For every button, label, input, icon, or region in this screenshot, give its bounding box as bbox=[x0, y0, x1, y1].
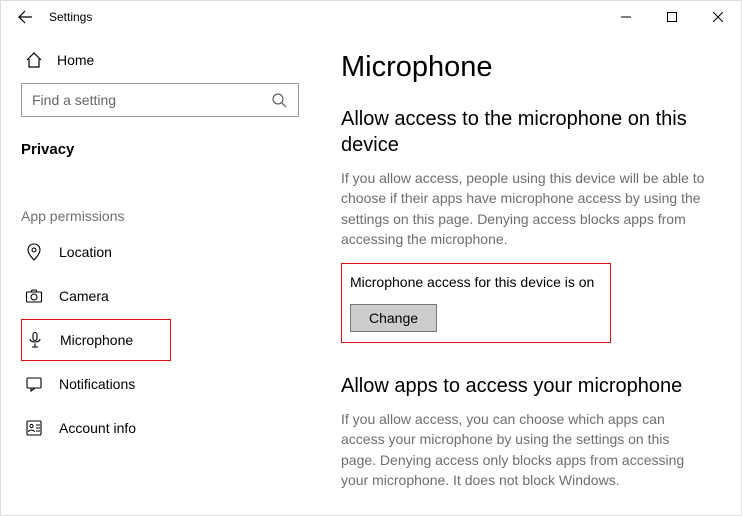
minimize-button[interactable] bbox=[603, 1, 649, 33]
location-icon bbox=[25, 243, 43, 261]
nav-home[interactable]: Home bbox=[21, 41, 311, 83]
section-body: If you allow access, you can choose whic… bbox=[341, 409, 707, 490]
minimize-icon bbox=[621, 12, 631, 22]
change-button[interactable]: Change bbox=[350, 304, 437, 332]
notifications-icon bbox=[25, 375, 43, 393]
status-box: Microphone access for this device is on … bbox=[341, 263, 611, 343]
camera-icon bbox=[25, 287, 43, 305]
window-title: Settings bbox=[39, 10, 603, 24]
sidebar: Home Privacy App permissions Location bbox=[1, 33, 311, 515]
sidebar-item-camera[interactable]: Camera bbox=[21, 274, 309, 318]
section-body: If you allow access, people using this d… bbox=[341, 168, 707, 249]
microphone-icon bbox=[26, 331, 44, 349]
sidebar-item-label: Camera bbox=[59, 288, 109, 304]
sidebar-item-label: Account info bbox=[59, 420, 136, 436]
back-button[interactable] bbox=[11, 9, 39, 25]
maximize-button[interactable] bbox=[649, 1, 695, 33]
close-button[interactable] bbox=[695, 1, 741, 33]
sidebar-item-notifications[interactable]: Notifications bbox=[21, 362, 309, 406]
sidebar-item-account-info[interactable]: Account info bbox=[21, 406, 309, 450]
group-header: App permissions bbox=[21, 166, 311, 230]
sidebar-item-microphone[interactable]: Microphone bbox=[21, 319, 171, 361]
section-heading: Allow apps to access your microphone bbox=[341, 373, 707, 399]
search-icon bbox=[270, 91, 288, 109]
content-pane: Microphone Allow access to the microphon… bbox=[311, 33, 741, 515]
home-icon bbox=[25, 51, 43, 69]
category-heading: Privacy bbox=[21, 135, 311, 166]
sidebar-item-label: Notifications bbox=[59, 376, 135, 392]
sidebar-item-label: Microphone bbox=[60, 332, 133, 348]
arrow-left-icon bbox=[17, 9, 33, 25]
sidebar-item-label: Location bbox=[59, 244, 112, 260]
section-heading: Allow access to the microphone on this d… bbox=[341, 106, 707, 158]
search-box[interactable] bbox=[21, 83, 299, 117]
titlebar: Settings bbox=[1, 1, 741, 33]
account-info-icon bbox=[25, 419, 43, 437]
nav-home-label: Home bbox=[57, 52, 94, 68]
page-title: Microphone bbox=[341, 51, 707, 84]
close-icon bbox=[713, 12, 723, 22]
status-line: Microphone access for this device is on bbox=[350, 274, 602, 290]
sidebar-item-location[interactable]: Location bbox=[21, 230, 309, 274]
maximize-icon bbox=[667, 12, 677, 22]
search-input[interactable] bbox=[32, 92, 270, 108]
